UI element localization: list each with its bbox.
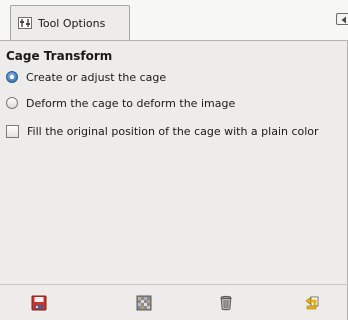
radio-create-adjust-cage[interactable]: Create or adjust the cage <box>6 69 166 85</box>
dock-footer <box>0 285 348 320</box>
radio-button[interactable] <box>6 97 18 109</box>
save-options-icon[interactable] <box>29 293 49 313</box>
dock-tab-bar: Tool Options <box>0 0 348 41</box>
reset-options-icon[interactable] <box>302 293 322 313</box>
tool-options-dock: Tool Options Cage Transform Create or ad… <box>0 0 348 320</box>
delete-options-icon[interactable] <box>216 293 236 313</box>
tool-options-icon <box>18 16 32 30</box>
radio-label: Deform the cage to deform the image <box>26 96 236 110</box>
radio-label: Create or adjust the cage <box>26 70 167 84</box>
checkbox-label: Fill the original position of the cage w… <box>27 124 319 138</box>
restore-options-icon[interactable] <box>134 293 154 313</box>
radio-deform-cage[interactable]: Deform the cage to deform the image <box>6 95 235 111</box>
checkbox[interactable] <box>6 124 19 138</box>
tab-tool-options[interactable]: Tool Options <box>10 5 130 40</box>
checkbox-fill-original-position[interactable]: Fill the original position of the cage w… <box>6 123 319 139</box>
tab-menu-arrow-icon[interactable] <box>336 13 348 25</box>
radio-button-checked[interactable] <box>6 71 18 83</box>
tool-options-title: Cage Transform <box>6 49 113 63</box>
tab-label: Tool Options <box>38 17 106 30</box>
